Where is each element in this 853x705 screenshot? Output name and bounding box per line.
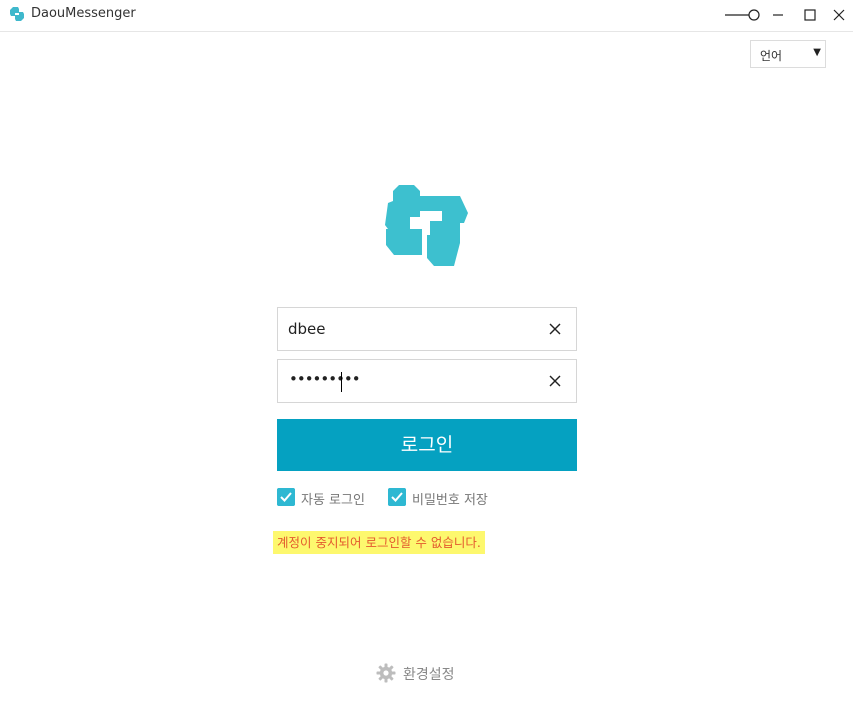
language-select-label: 언어 (760, 49, 783, 63)
username-input[interactable] (288, 319, 538, 339)
language-select[interactable]: 언어 ▼ (750, 40, 826, 68)
password-input[interactable]: ••••••••• (289, 370, 361, 388)
maximize-icon[interactable] (797, 3, 821, 27)
gear-icon (376, 663, 396, 683)
checkmark-icon (388, 488, 406, 506)
dropdown-arrow-icon: ▼ (813, 47, 821, 58)
login-button[interactable]: 로그인 (277, 419, 577, 471)
settings-label: 환경설정 (403, 667, 455, 683)
close-icon[interactable] (827, 3, 851, 27)
clear-username-icon[interactable] (548, 322, 562, 336)
app-logo-icon (10, 7, 24, 21)
save-password-label: 비밀번호 저장 (412, 493, 488, 508)
title-bar: DaouMessenger (0, 0, 853, 32)
username-field[interactable] (277, 307, 577, 351)
login-window: DaouMessenger 언어 ▼ dbee ••••••••• 로그인 자동… (0, 0, 853, 705)
opacity-slider-icon[interactable] (723, 7, 763, 23)
text-caret (341, 372, 342, 392)
clear-password-icon[interactable] (548, 374, 562, 388)
password-field[interactable]: ••••••••• (277, 359, 577, 403)
daou-logo-icon (385, 185, 468, 266)
error-message: 계정이 중지되어 로그인할 수 없습니다. (273, 531, 485, 554)
minimize-icon[interactable] (766, 3, 790, 27)
checkmark-icon (277, 488, 295, 506)
app-title: DaouMessenger (31, 6, 136, 21)
auto-login-label: 자동 로그인 (301, 493, 365, 508)
